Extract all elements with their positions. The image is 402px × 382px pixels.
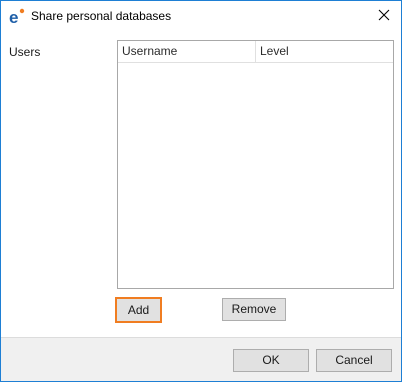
users-label: Users bbox=[9, 45, 41, 59]
close-button[interactable] bbox=[367, 1, 401, 32]
close-icon bbox=[378, 9, 390, 24]
svg-text:e: e bbox=[9, 8, 18, 25]
cancel-button[interactable]: Cancel bbox=[316, 349, 392, 372]
ok-button[interactable]: OK bbox=[233, 349, 309, 372]
share-databases-dialog: e Share personal databases Users Usernam… bbox=[0, 0, 402, 382]
column-header-username[interactable]: Username bbox=[118, 41, 256, 63]
table-header: Username Level bbox=[118, 41, 393, 63]
users-table[interactable]: Username Level bbox=[117, 40, 394, 289]
title-bar: e Share personal databases bbox=[1, 1, 401, 32]
add-user-button[interactable]: Add bbox=[115, 297, 162, 323]
dialog-title: Share personal databases bbox=[31, 9, 172, 23]
remove-user-button[interactable]: Remove bbox=[222, 298, 286, 321]
app-logo-icon: e bbox=[8, 7, 26, 27]
column-header-level[interactable]: Level bbox=[256, 41, 393, 63]
dialog-footer: OK Cancel bbox=[1, 337, 401, 381]
